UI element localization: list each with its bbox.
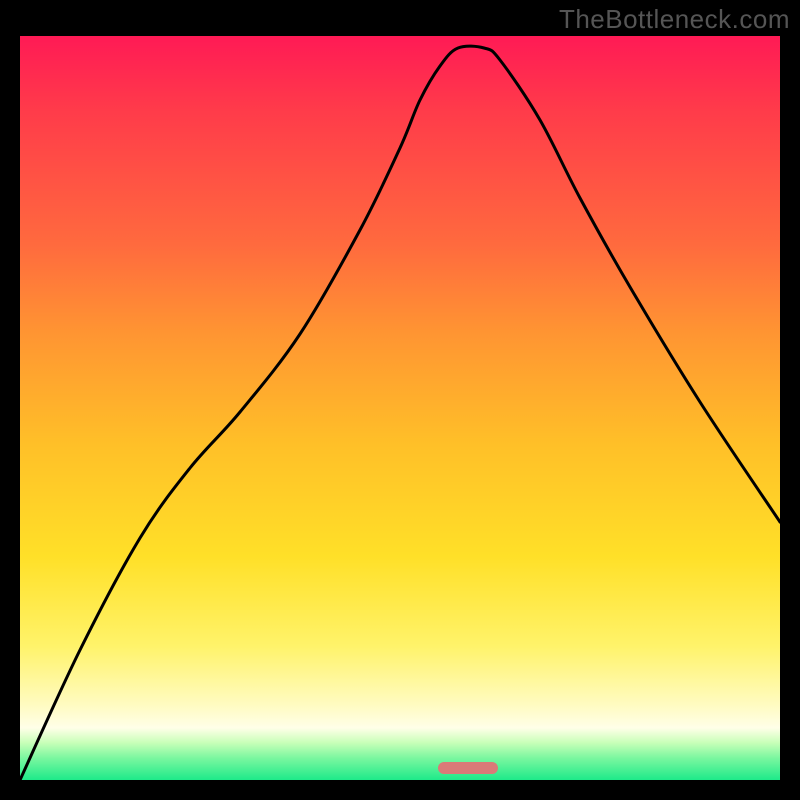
chart-container: TheBottleneck.com [0, 0, 800, 800]
bottleneck-curve-svg [20, 36, 780, 780]
bottleneck-curve [20, 46, 780, 780]
watermark-text: TheBottleneck.com [559, 4, 790, 35]
plot-area [20, 36, 780, 780]
